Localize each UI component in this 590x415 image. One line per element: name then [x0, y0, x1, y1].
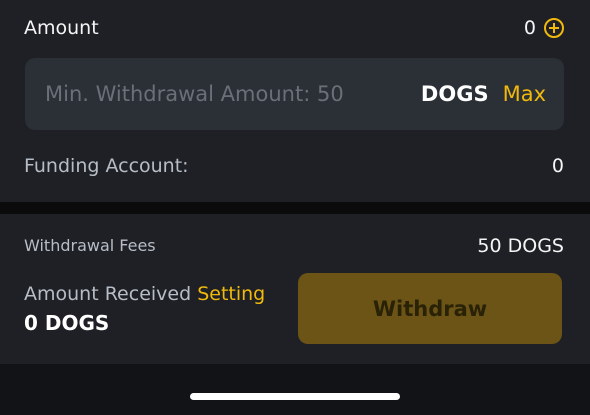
setting-link[interactable]: Setting	[197, 283, 265, 305]
amount-received-row: Amount Received Setting	[24, 283, 265, 305]
amount-input-box[interactable]: DOGS Max	[25, 58, 564, 130]
home-indicator[interactable]	[190, 393, 400, 400]
withdraw-button[interactable]: Withdraw	[298, 273, 562, 344]
plus-circle-icon[interactable]	[544, 18, 564, 38]
coin-unit-label: DOGS	[420, 82, 489, 106]
max-button[interactable]: Max	[503, 82, 546, 106]
amount-value: 0	[523, 17, 536, 39]
withdraw-page: Amount 0 DOGS Max Funding Account: 0 Wit…	[0, 0, 590, 415]
amount-input[interactable]	[43, 81, 421, 107]
funding-account-value: 0	[551, 155, 564, 177]
amount-balance: 0	[524, 17, 564, 39]
amount-label: Amount	[24, 17, 99, 39]
amount-received-label: Amount Received	[24, 283, 192, 305]
home-indicator-area	[0, 364, 590, 415]
section-divider	[0, 202, 590, 214]
funding-account-label: Funding Account:	[24, 155, 189, 177]
amount-received-value: 0 DOGS	[24, 311, 110, 335]
withdrawal-fees-label: Withdrawal Fees	[24, 236, 156, 255]
amount-section: Amount 0 DOGS Max Funding Account: 0	[0, 0, 590, 202]
withdrawal-fees-value: 50 DOGS	[477, 235, 564, 257]
